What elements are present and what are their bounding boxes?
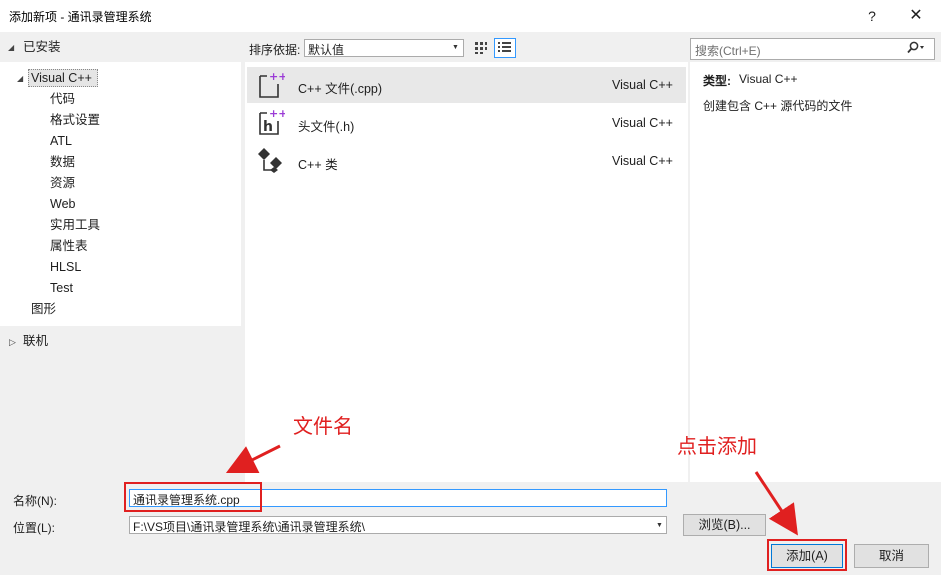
annotation-arrow-add	[754, 471, 798, 536]
annotation-arrow-name	[225, 444, 281, 474]
annotation-arrows	[225, 444, 798, 536]
